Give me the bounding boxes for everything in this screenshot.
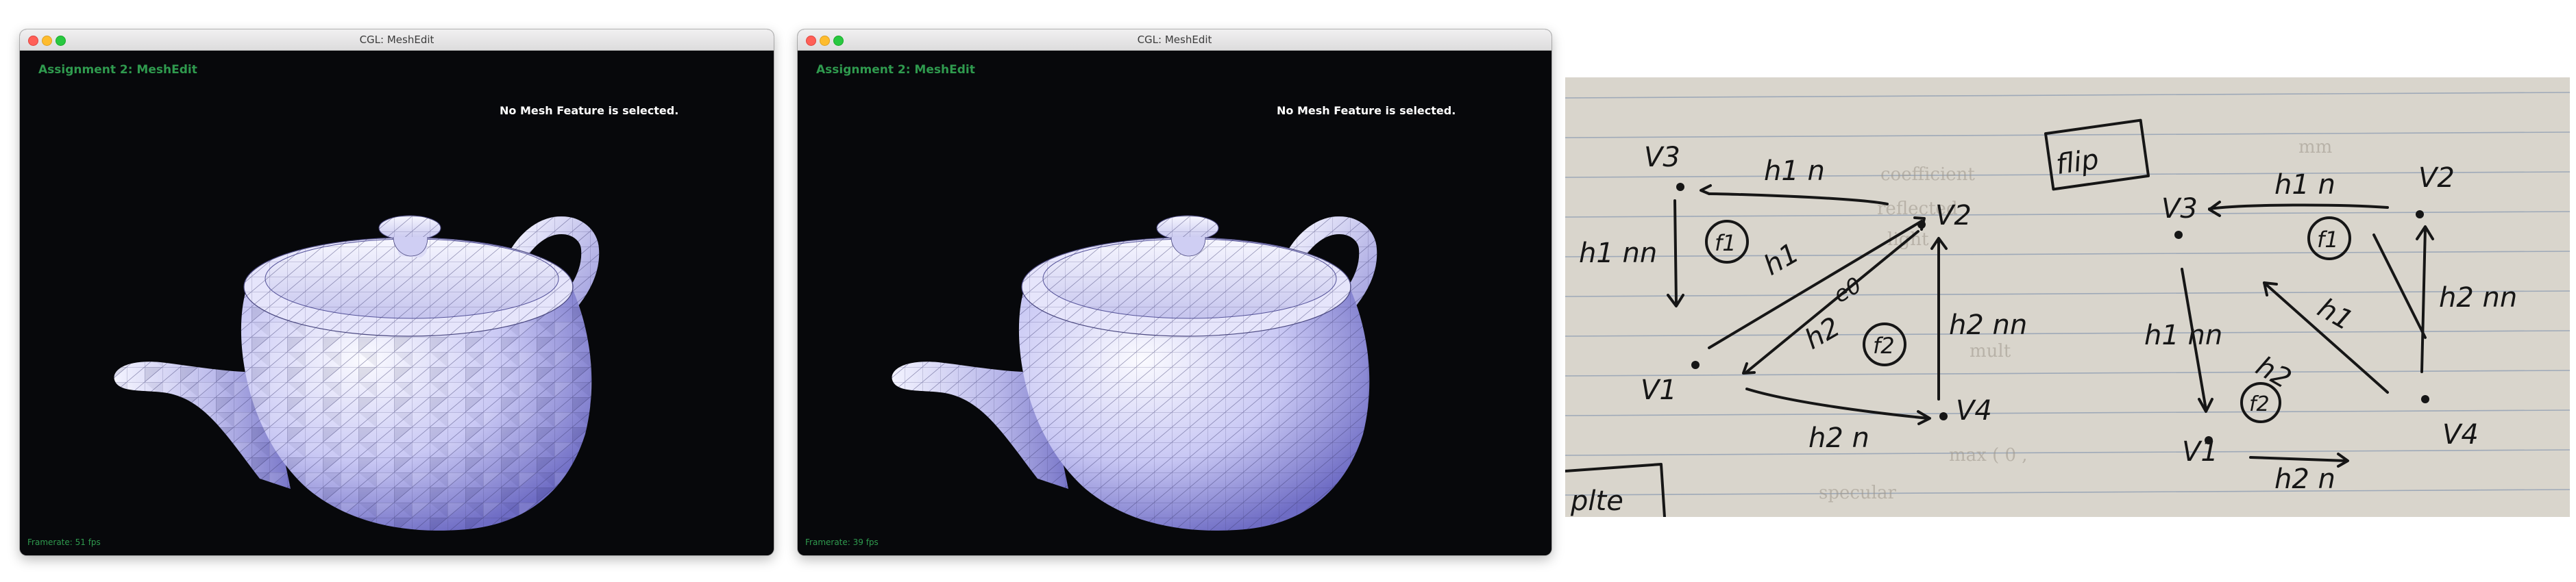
gl-viewport[interactable]: Assignment 2: MeshEdit No Mesh Feature i…	[20, 51, 774, 555]
svg-text:specular: specular	[1819, 483, 1896, 503]
gl-viewport[interactable]: Assignment 2: MeshEdit No Mesh Feature i…	[798, 51, 1551, 555]
window-titlebar[interactable]: CGL: MeshEdit	[20, 29, 774, 51]
vertex-label: V2	[1935, 200, 1972, 231]
vertex-label: V2	[2418, 162, 2455, 194]
halfedge-label: h2	[2250, 351, 2296, 395]
window-title: CGL: MeshEdit	[359, 34, 434, 46]
edge-flip-diagram: coefficient reflected light mult max ( 0…	[1565, 92, 2570, 517]
vertex-label: V1	[2182, 436, 2218, 468]
app-title: Assignment 2: MeshEdit	[38, 63, 197, 77]
meshedit-window-smooth[interactable]: CGL: MeshEdit Assignment 2: MeshEdit No …	[798, 29, 1551, 555]
svg-text:mult: mult	[1970, 341, 2011, 362]
face-label: f2	[1873, 333, 1895, 359]
selection-status: No Mesh Feature is selected.	[1277, 104, 1456, 117]
framerate-readout: Framerate: 39 fps	[805, 537, 879, 547]
halfedge-label: h2 nn	[2439, 282, 2517, 314]
halfedge-label: h1 n	[2274, 169, 2335, 201]
svg-text:max ( 0 ,: max ( 0 ,	[1949, 445, 2028, 466]
halfedge-label: h1	[1758, 237, 1804, 281]
window-title: CGL: MeshEdit	[1137, 34, 1212, 46]
window-titlebar[interactable]: CGL: MeshEdit	[798, 29, 1551, 51]
halfedge-label: h1 nn	[1579, 238, 1657, 269]
framerate-readout: Framerate: 51 fps	[27, 537, 101, 547]
halfedge-label: h1 n	[1764, 155, 1825, 187]
face-label: f2	[2249, 392, 2270, 416]
halfedge-label: h1 nn	[2144, 320, 2222, 351]
halfedge-label: h2	[1800, 311, 1845, 355]
teapot-mesh-smooth[interactable]	[798, 51, 1551, 555]
vertex-label: V3	[1644, 142, 1680, 173]
flip-label: flip	[2054, 144, 2100, 181]
halfedge-label: h2 n	[2274, 464, 2335, 495]
face-label: f1	[2317, 227, 2339, 253]
note-fragment: plte	[1570, 485, 1623, 517]
handwritten-notes-photo: coefficient reflected light mult max ( 0…	[1565, 77, 2570, 517]
app-title: Assignment 2: MeshEdit	[816, 63, 975, 77]
halfedge-label: h2 n	[1808, 422, 1869, 454]
vertex-label: V4	[2442, 419, 2479, 451]
vertex-label: V4	[1956, 395, 1992, 427]
meshedit-window-flat[interactable]: CGL: MeshEdit Assignment 2: MeshEdit No …	[20, 29, 774, 555]
svg-text:mm: mm	[2298, 137, 2332, 157]
selection-status: No Mesh Feature is selected.	[500, 104, 679, 117]
face-label: f1	[1715, 230, 1737, 256]
svg-text:coefficient: coefficient	[1880, 164, 1975, 185]
teapot-mesh-flat[interactable]	[20, 51, 774, 555]
vertex-label: V1	[1641, 375, 1677, 406]
halfedge-label: h2 nn	[1949, 309, 2027, 341]
vertex-label: V3	[2161, 193, 2198, 225]
